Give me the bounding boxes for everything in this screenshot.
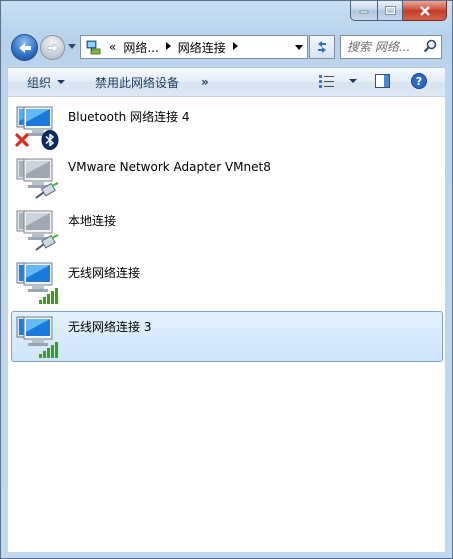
minimize-icon	[359, 10, 369, 13]
breadcrumb-arrow-icon[interactable]	[232, 42, 238, 52]
chevron-down-icon	[67, 44, 76, 49]
address-segment-network-connections[interactable]: 网络连接	[178, 39, 226, 56]
help-icon: ?	[411, 73, 427, 89]
bluetooth-icon	[41, 130, 59, 150]
organize-menu[interactable]: 组织	[27, 74, 66, 91]
back-button[interactable]	[11, 34, 38, 61]
preview-pane-button[interactable]	[375, 74, 390, 91]
more-commands-button[interactable]: »	[201, 75, 209, 89]
recent-pages-dropdown[interactable]	[67, 42, 76, 51]
address-bar[interactable]: « 网络... 网络连接	[80, 35, 308, 59]
signal-bars-icon	[39, 288, 58, 304]
search-box[interactable]	[340, 35, 442, 59]
address-overflow-chevron[interactable]: «	[109, 40, 116, 54]
ethernet-cable-icon	[35, 234, 59, 251]
connection-name: 无线网络连接 3	[68, 320, 152, 334]
connection-name: Bluetooth 网络连接 4	[68, 110, 190, 124]
chevron-down-icon	[57, 80, 66, 84]
forward-button[interactable]	[40, 35, 65, 60]
disable-device-button[interactable]: 禁用此网络设备	[95, 74, 179, 91]
explorer-window: « 网络... 网络连接 组织 禁用此网络设备 »	[0, 0, 453, 559]
list-item[interactable]: Bluetooth 网络连接 4	[11, 101, 443, 152]
views-icon	[319, 75, 334, 88]
address-segment-network[interactable]: 网络...	[123, 39, 158, 56]
close-button[interactable]	[403, 1, 447, 21]
connection-name: 无线网络连接	[68, 266, 141, 280]
chevron-down-icon	[295, 44, 303, 50]
minimize-button[interactable]	[350, 1, 378, 21]
disconnected-x-icon	[15, 133, 29, 147]
search-input[interactable]	[347, 40, 419, 54]
ethernet-cable-icon	[35, 182, 59, 199]
network-connections-icon	[86, 40, 101, 55]
arrow-right-icon	[47, 42, 58, 53]
maximize-button[interactable]	[378, 1, 403, 21]
refresh-button[interactable]	[309, 35, 335, 59]
change-view-button[interactable]	[319, 74, 357, 88]
help-button[interactable]: ?	[411, 73, 427, 92]
command-bar: 组织 禁用此网络设备 » ?	[8, 67, 445, 97]
list-item[interactable]: VMware Network Adapter VMnet8	[11, 153, 443, 204]
list-item-selected[interactable]: 无线网络连接 3	[11, 311, 443, 362]
svg-text:?: ?	[416, 75, 422, 88]
address-history-dropdown[interactable]	[291, 36, 307, 58]
preview-pane-icon	[375, 74, 390, 88]
signal-bars-icon	[39, 342, 58, 358]
chevron-down-icon	[349, 79, 357, 83]
arrow-left-icon	[18, 42, 31, 53]
connection-name: VMware Network Adapter VMnet8	[68, 160, 271, 174]
connection-name: 本地连接	[68, 214, 117, 228]
search-icon[interactable]	[423, 39, 437, 53]
breadcrumb-arrow-icon[interactable]	[165, 42, 171, 52]
list-item[interactable]: 无线网络连接	[11, 257, 443, 308]
organize-label: 组织	[27, 75, 52, 90]
connections-list: Bluetooth 网络连接 4 VMware Network Adapter …	[8, 96, 445, 552]
close-icon	[419, 5, 430, 16]
list-item[interactable]: 本地连接	[11, 205, 443, 256]
maximize-icon	[384, 6, 396, 15]
caption-buttons	[350, 1, 447, 21]
refresh-icon	[318, 41, 326, 53]
